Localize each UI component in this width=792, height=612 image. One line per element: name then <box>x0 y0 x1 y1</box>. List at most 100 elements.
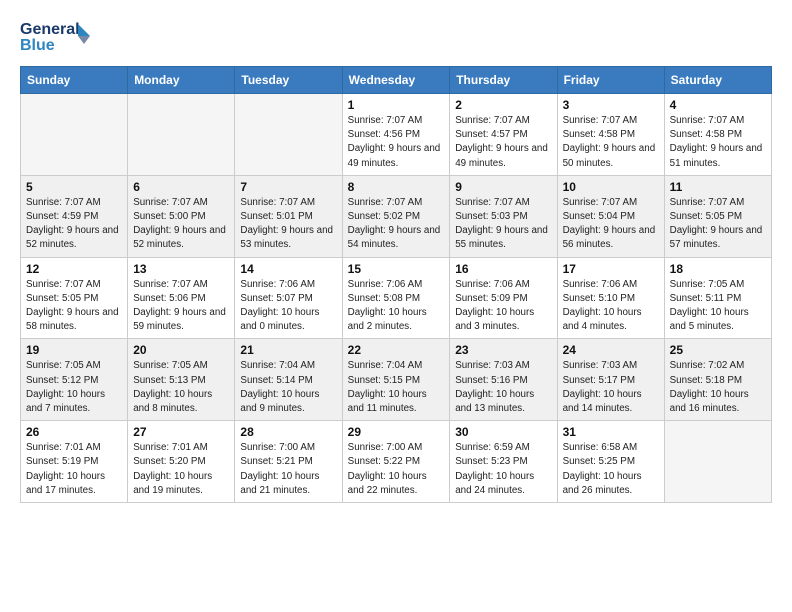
calendar-cell <box>128 94 235 176</box>
day-info: Sunrise: 7:07 AMSunset: 4:57 PMDaylight:… <box>455 114 551 171</box>
day-number: 14 <box>240 262 336 276</box>
day-info: Sunrise: 7:07 AMSunset: 4:58 PMDaylight:… <box>563 114 659 171</box>
day-info: Sunrise: 7:00 AMSunset: 5:22 PMDaylight:… <box>348 441 445 498</box>
calendar-cell: 3Sunrise: 7:07 AMSunset: 4:58 PMDaylight… <box>557 94 664 176</box>
calendar-cell: 29 Sunrise: 7:00 AMSunset: 5:22 PMDayligh… <box>342 421 450 503</box>
day-info: Sunrise: 7:01 AMSunset: 5:19 PMDaylight:… <box>26 441 122 498</box>
day-info: Sunrise: 6:59 AMSunset: 5:23 PMDaylight:… <box>455 441 551 498</box>
day-info: Sunrise: 7:03 AMSunset: 5:16 PMDaylight:… <box>455 359 551 416</box>
day-number: 2 <box>455 98 551 112</box>
calendar-week-row: 5Sunrise: 7:07 AMSunset: 4:59 PMDaylight… <box>21 175 772 257</box>
day-number: 6 <box>133 180 229 194</box>
calendar-header-row: SundayMondayTuesdayWednesdayThursdayFrid… <box>21 67 772 94</box>
day-info: Sunrise: 7:05 AMSunset: 5:12 PMDaylight:… <box>26 359 122 416</box>
calendar-cell: 10 Sunrise: 7:07 AMSunset: 5:04 PMDayligh… <box>557 175 664 257</box>
day-number: 10 <box>563 180 659 194</box>
day-number: 13 <box>133 262 229 276</box>
logo: General Blue <box>20 16 90 56</box>
day-number: 5 <box>26 180 122 194</box>
calendar-cell: 22 Sunrise: 7:04 AMSunset: 5:15 PMDayligh… <box>342 339 450 421</box>
col-header-wednesday: Wednesday <box>342 67 450 94</box>
calendar-cell: 4Sunrise: 7:07 AMSunset: 4:58 PMDaylight… <box>664 94 771 176</box>
day-number: 29 <box>348 425 445 439</box>
day-number: 16 <box>455 262 551 276</box>
day-number: 20 <box>133 343 229 357</box>
day-info: Sunrise: 7:00 AMSunset: 5:21 PMDaylight:… <box>240 441 336 498</box>
day-number: 17 <box>563 262 659 276</box>
col-header-thursday: Thursday <box>450 67 557 94</box>
header: General Blue <box>20 16 772 56</box>
calendar-cell: 24Sunrise: 7:03 AMSunset: 5:17 PMDayligh… <box>557 339 664 421</box>
day-number: 25 <box>670 343 766 357</box>
day-number: 28 <box>240 425 336 439</box>
day-info: Sunrise: 7:07 AMSunset: 5:04 PMDaylight:… <box>563 196 659 253</box>
calendar-cell: 7 Sunrise: 7:07 AMSunset: 5:01 PMDaylight… <box>235 175 342 257</box>
day-number: 31 <box>563 425 659 439</box>
col-header-sunday: Sunday <box>21 67 128 94</box>
page: General Blue SundayMondayTuesdayWednesda… <box>0 0 792 612</box>
day-number: 23 <box>455 343 551 357</box>
day-info: Sunrise: 7:04 AMSunset: 5:15 PMDaylight:… <box>348 359 445 416</box>
day-number: 21 <box>240 343 336 357</box>
calendar-week-row: 19 Sunrise: 7:05 AMSunset: 5:12 PMDayligh… <box>21 339 772 421</box>
calendar-cell: 14 Sunrise: 7:06 AMSunset: 5:07 PMDayligh… <box>235 257 342 339</box>
calendar-cell: 17 Sunrise: 7:06 AMSunset: 5:10 PMDayligh… <box>557 257 664 339</box>
svg-text:General: General <box>20 21 80 38</box>
calendar-cell: 15Sunrise: 7:06 AMSunset: 5:08 PMDayligh… <box>342 257 450 339</box>
day-number: 24 <box>563 343 659 357</box>
col-header-tuesday: Tuesday <box>235 67 342 94</box>
calendar-cell: 27Sunrise: 7:01 AMSunset: 5:20 PMDayligh… <box>128 421 235 503</box>
calendar-cell: 28 Sunrise: 7:00 AMSunset: 5:21 PMDayligh… <box>235 421 342 503</box>
col-header-friday: Friday <box>557 67 664 94</box>
day-info: Sunrise: 7:06 AMSunset: 5:07 PMDaylight:… <box>240 278 336 335</box>
day-info: Sunrise: 7:02 AMSunset: 5:18 PMDaylight:… <box>670 359 766 416</box>
day-info: Sunrise: 7:07 AMSunset: 5:05 PMDaylight:… <box>26 278 122 335</box>
day-info: Sunrise: 7:07 AMSunset: 5:05 PMDaylight:… <box>670 196 766 253</box>
day-info: Sunrise: 7:07 AMSunset: 4:58 PMDaylight:… <box>670 114 766 171</box>
day-number: 26 <box>26 425 122 439</box>
day-info: Sunrise: 6:58 AMSunset: 5:25 PMDaylight:… <box>563 441 659 498</box>
day-number: 8 <box>348 180 445 194</box>
svg-text:Blue: Blue <box>20 37 55 54</box>
day-info: Sunrise: 7:07 AMSunset: 5:03 PMDaylight:… <box>455 196 551 253</box>
day-number: 12 <box>26 262 122 276</box>
day-number: 15 <box>348 262 445 276</box>
calendar-table: SundayMondayTuesdayWednesdayThursdayFrid… <box>20 66 772 503</box>
day-number: 7 <box>240 180 336 194</box>
calendar-cell: 23 Sunrise: 7:03 AMSunset: 5:16 PMDayligh… <box>450 339 557 421</box>
day-info: Sunrise: 7:06 AMSunset: 5:10 PMDaylight:… <box>563 278 659 335</box>
calendar-cell: 30 Sunrise: 6:59 AMSunset: 5:23 PMDayligh… <box>450 421 557 503</box>
day-info: Sunrise: 7:01 AMSunset: 5:20 PMDaylight:… <box>133 441 229 498</box>
day-number: 22 <box>348 343 445 357</box>
col-header-monday: Monday <box>128 67 235 94</box>
day-number: 19 <box>26 343 122 357</box>
day-info: Sunrise: 7:07 AMSunset: 4:56 PMDaylight:… <box>348 114 445 171</box>
day-info: Sunrise: 7:07 AMSunset: 5:00 PMDaylight:… <box>133 196 229 253</box>
calendar-cell: 16 Sunrise: 7:06 AMSunset: 5:09 PMDayligh… <box>450 257 557 339</box>
calendar-cell: 9 Sunrise: 7:07 AMSunset: 5:03 PMDaylight… <box>450 175 557 257</box>
col-header-saturday: Saturday <box>664 67 771 94</box>
day-info: Sunrise: 7:07 AMSunset: 5:06 PMDaylight:… <box>133 278 229 335</box>
calendar-cell: 19 Sunrise: 7:05 AMSunset: 5:12 PMDayligh… <box>21 339 128 421</box>
calendar-cell: 13 Sunrise: 7:07 AMSunset: 5:06 PMDayligh… <box>128 257 235 339</box>
calendar-cell <box>664 421 771 503</box>
calendar-week-row: 12 Sunrise: 7:07 AMSunset: 5:05 PMDayligh… <box>21 257 772 339</box>
logo-icon: General Blue <box>20 16 90 56</box>
calendar-cell: 18Sunrise: 7:05 AMSunset: 5:11 PMDayligh… <box>664 257 771 339</box>
day-info: Sunrise: 7:05 AMSunset: 5:11 PMDaylight:… <box>670 278 766 335</box>
day-number: 9 <box>455 180 551 194</box>
calendar-cell: 12 Sunrise: 7:07 AMSunset: 5:05 PMDayligh… <box>21 257 128 339</box>
day-info: Sunrise: 7:07 AMSunset: 5:02 PMDaylight:… <box>348 196 445 253</box>
calendar-week-row: 1Sunrise: 7:07 AMSunset: 4:56 PMDaylight… <box>21 94 772 176</box>
day-number: 11 <box>670 180 766 194</box>
calendar-cell: 21 Sunrise: 7:04 AMSunset: 5:14 PMDayligh… <box>235 339 342 421</box>
calendar-cell: 26 Sunrise: 7:01 AMSunset: 5:19 PMDayligh… <box>21 421 128 503</box>
calendar-cell: 5Sunrise: 7:07 AMSunset: 4:59 PMDaylight… <box>21 175 128 257</box>
day-info: Sunrise: 7:04 AMSunset: 5:14 PMDaylight:… <box>240 359 336 416</box>
day-info: Sunrise: 7:06 AMSunset: 5:09 PMDaylight:… <box>455 278 551 335</box>
calendar-cell: 6 Sunrise: 7:07 AMSunset: 5:00 PMDaylight… <box>128 175 235 257</box>
calendar-cell <box>21 94 128 176</box>
day-number: 30 <box>455 425 551 439</box>
calendar-cell: 25 Sunrise: 7:02 AMSunset: 5:18 PMDayligh… <box>664 339 771 421</box>
day-info: Sunrise: 7:07 AMSunset: 5:01 PMDaylight:… <box>240 196 336 253</box>
